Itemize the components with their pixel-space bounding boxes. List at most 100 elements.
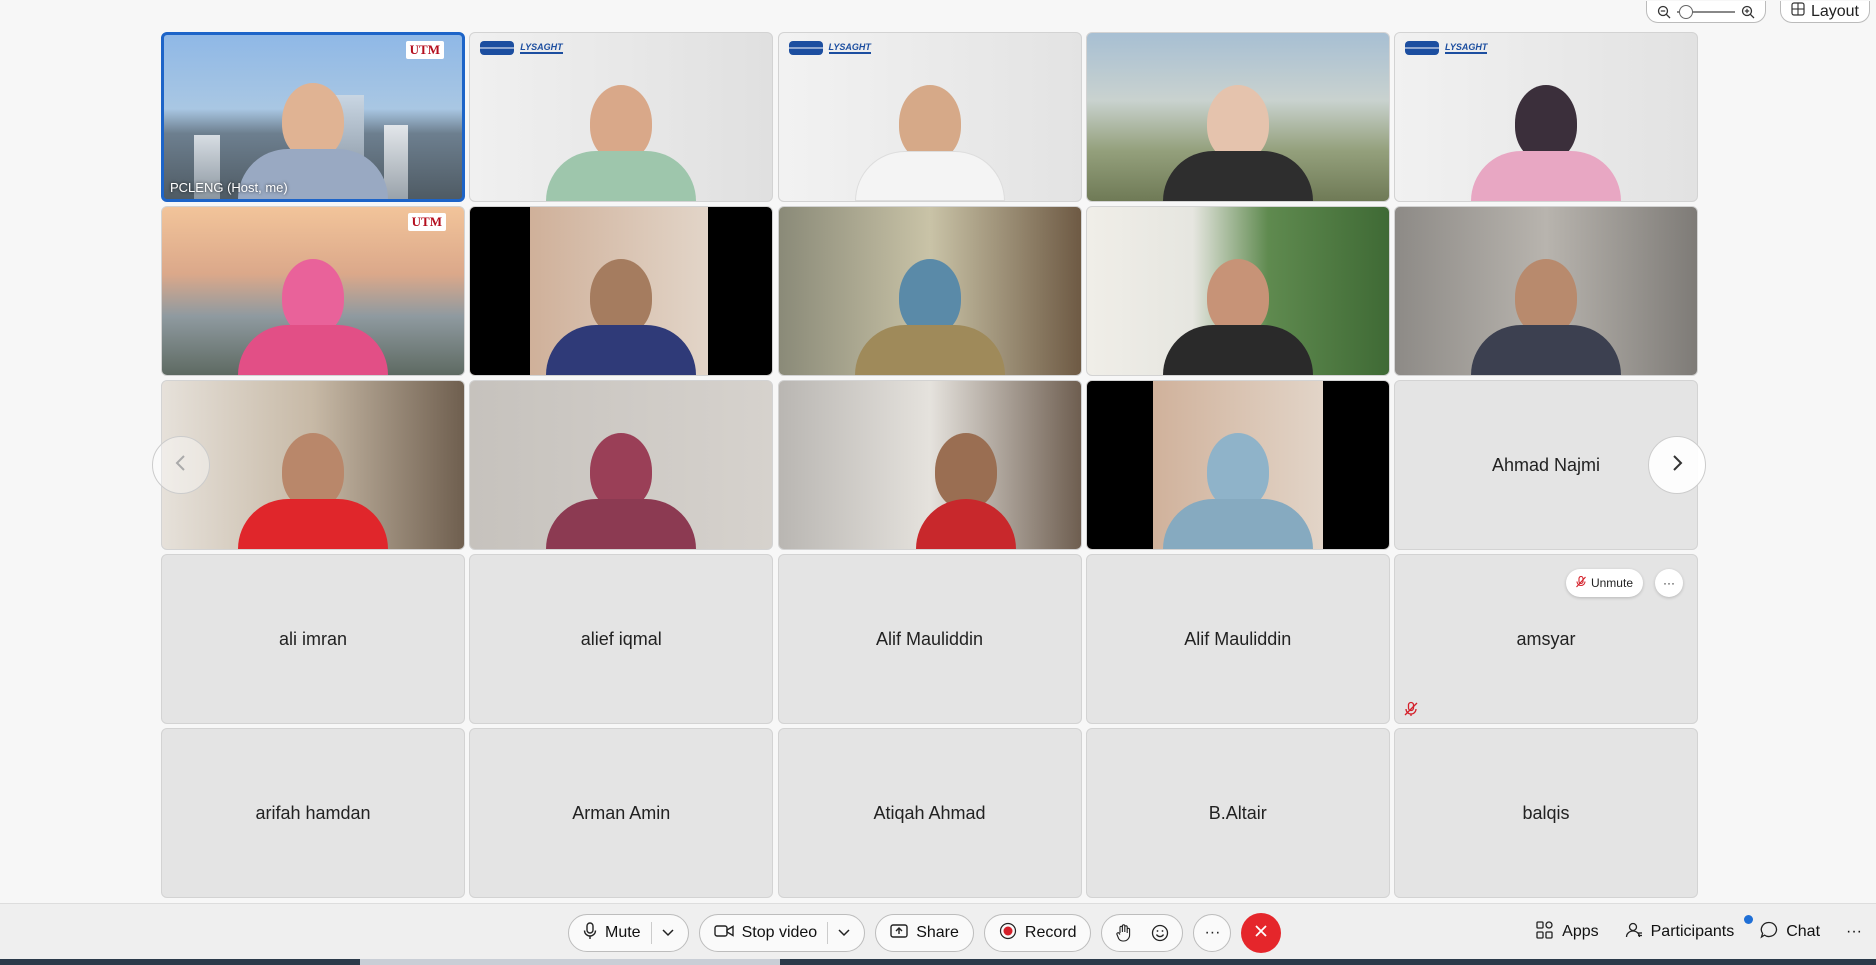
share-label: Share — [916, 924, 959, 941]
participant-tile[interactable]: LYSAGHT — [777, 32, 1082, 202]
participant-video-avatar — [1471, 85, 1621, 201]
record-button[interactable]: Record — [983, 914, 1092, 952]
participant-tile[interactable]: Arman Amin — [469, 728, 774, 898]
chat-label: Chat — [1786, 923, 1821, 940]
microphone-icon — [583, 921, 597, 945]
video-grid: UTM PCLENG (Host, me) LYSAGHT LYSAGHT LY… — [161, 32, 1698, 901]
participant-name: B.Altair — [1208, 802, 1267, 823]
participant-video-avatar — [915, 433, 1016, 549]
participants-label: Participants — [1650, 923, 1735, 940]
chat-bubble-icon — [1760, 921, 1778, 944]
participant-tile[interactable]: LYSAGHT — [1394, 32, 1698, 202]
zoom-out-icon[interactable] — [1657, 5, 1671, 19]
leave-meeting-button[interactable] — [1241, 913, 1282, 953]
participants-icon — [1625, 921, 1643, 944]
participant-tile[interactable]: Alif Mauliddin — [777, 554, 1082, 724]
stop-video-button[interactable]: Stop video — [698, 914, 866, 952]
letterbox-bar — [1322, 381, 1389, 549]
tile-actions: Unmute ··· — [1565, 569, 1683, 597]
participant-tile[interactable]: UTM — [161, 206, 465, 376]
top-controls: Layout — [1645, 0, 1876, 24]
zoom-in-icon[interactable] — [1741, 5, 1755, 19]
participant-video-avatar — [1162, 259, 1313, 375]
participant-tile[interactable] — [1085, 380, 1390, 550]
muted-mic-icon — [1403, 701, 1419, 717]
chevron-right-icon — [1670, 453, 1684, 478]
divider — [827, 922, 829, 944]
toolbar-center: Mute Stop video Share Record ··· — [568, 913, 1282, 953]
participant-tile[interactable]: balqis — [1394, 728, 1698, 898]
previous-page-button[interactable] — [152, 436, 210, 494]
participant-tile[interactable]: amsyar Unmute ··· — [1394, 554, 1698, 724]
reactions-group — [1101, 914, 1184, 952]
utm-logo: UTM — [407, 213, 446, 231]
reaction-emoji-icon[interactable] — [1144, 917, 1176, 949]
utm-logo: UTM — [405, 41, 444, 59]
letterbox-bar — [470, 207, 531, 375]
chat-button[interactable]: Chat — [1760, 921, 1820, 944]
participant-name: Arman Amin — [572, 802, 671, 823]
participant-name: PCLENG (Host, me) — [170, 180, 288, 195]
letterbox-bar — [1086, 381, 1153, 549]
lysaght-logo: LYSAGHT — [788, 41, 871, 55]
video-camera-icon — [713, 924, 734, 943]
zoom-slider-knob[interactable] — [1679, 4, 1694, 19]
share-button[interactable]: Share — [875, 914, 974, 952]
tile-more-button[interactable]: ··· — [1655, 569, 1683, 597]
participant-tile[interactable]: ali imran — [161, 554, 465, 724]
lysaght-logo: LYSAGHT — [480, 41, 563, 55]
overflow-menu-button[interactable]: ··· — [1846, 923, 1862, 941]
mute-button[interactable]: Mute — [568, 914, 689, 952]
chevron-down-icon[interactable] — [838, 924, 850, 942]
zoom-slider[interactable] — [1676, 4, 1735, 19]
participants-button[interactable]: Participants — [1625, 914, 1753, 944]
participant-tile[interactable] — [1394, 206, 1698, 376]
chevron-down-icon[interactable] — [662, 924, 674, 942]
participant-video-avatar — [854, 85, 1005, 201]
next-page-button[interactable] — [1648, 436, 1706, 494]
participant-tile[interactable]: UTM PCLENG (Host, me) — [161, 32, 465, 202]
close-icon — [1254, 924, 1268, 943]
notification-dot — [1743, 914, 1753, 924]
layout-label: Layout — [1810, 2, 1859, 20]
apps-label: Apps — [1562, 923, 1599, 940]
participant-tile[interactable]: alief iqmal — [469, 554, 774, 724]
toolbar-right: Apps Participants Chat ··· — [1536, 913, 1862, 951]
participant-name: ali imran — [278, 628, 348, 649]
participant-name: Atiqah Ahmad — [873, 802, 986, 823]
participant-tile[interactable]: B.Altair — [1085, 728, 1390, 898]
share-screen-icon — [890, 923, 908, 943]
participant-video-avatar — [238, 433, 388, 549]
mute-label: Mute — [605, 924, 641, 941]
grid-layout-icon — [1791, 2, 1805, 21]
participant-tile[interactable]: LYSAGHT — [469, 32, 774, 202]
more-options-button[interactable]: ··· — [1193, 914, 1232, 952]
participant-video-avatar — [238, 259, 388, 375]
participant-tile[interactable] — [469, 206, 774, 376]
participant-name: Alif Mauliddin — [875, 628, 984, 649]
letterbox-bar — [708, 207, 773, 375]
participant-tile[interactable] — [777, 380, 1082, 550]
lysaght-logo: LYSAGHT — [1405, 41, 1488, 55]
meeting-toolbar: Mute Stop video Share Record ··· Apps Pa… — [0, 903, 1876, 959]
participant-tile[interactable] — [1085, 32, 1390, 202]
stop-video-label: Stop video — [741, 924, 818, 941]
participant-tile[interactable] — [469, 380, 774, 550]
participant-video-avatar — [854, 259, 1005, 375]
unmute-button[interactable]: Unmute — [1565, 569, 1643, 597]
apps-button[interactable]: Apps — [1536, 920, 1599, 944]
apps-icon — [1536, 920, 1554, 944]
participant-tile[interactable]: Atiqah Ahmad — [777, 728, 1082, 898]
raise-hand-icon[interactable] — [1108, 917, 1140, 949]
layout-button[interactable]: Layout — [1779, 1, 1870, 23]
participant-video-avatar — [546, 85, 697, 201]
taskbar-segment — [360, 959, 780, 965]
chevron-left-icon — [174, 453, 188, 478]
zoom-control — [1645, 1, 1766, 23]
participant-tile[interactable]: Alif Mauliddin — [1085, 554, 1390, 724]
participant-tile[interactable] — [1085, 206, 1390, 376]
participant-name: balqis — [1522, 802, 1570, 823]
participant-tile[interactable] — [777, 206, 1082, 376]
participant-tile[interactable]: arifah hamdan — [161, 728, 465, 898]
taskbar-strip — [0, 959, 1876, 965]
